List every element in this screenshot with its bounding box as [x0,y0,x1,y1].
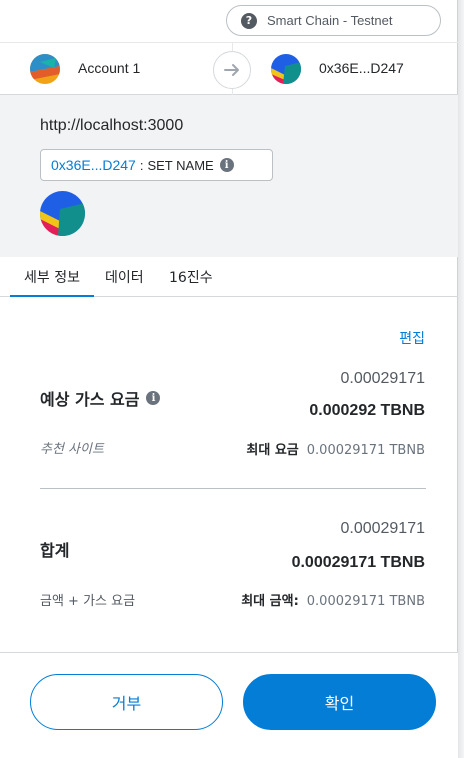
estimated-gas-text: 예상 가스 요금 [40,390,140,409]
action-footer: 거부 확인 [0,652,458,758]
window-edge [458,0,464,758]
question-icon: ? [241,12,257,29]
contract-address[interactable]: 0x36E...D247 [51,157,136,173]
network-name: Smart Chain - Testnet [267,13,393,28]
max-fee-value: 0.00029171 TBNB [306,443,425,458]
tab-details[interactable]: 세부 정보 [10,257,94,297]
contract-address-pill[interactable]: 0x36E...D247 : SET NAME i [40,149,273,181]
edit-gas-link[interactable]: 편집 [399,328,425,348]
sender-account-name[interactable]: Account 1 [78,60,140,76]
max-amount-value: 0.00029171 TBNB [306,594,425,609]
confirm-button[interactable]: 확인 [243,674,436,730]
contract-avatar [40,191,85,236]
detail-tabs: 세부 정보 데이터 16진수 [0,257,458,297]
network-bar: ? Smart Chain - Testnet [0,0,458,42]
recommended-site-label: 추천 사이트 [40,442,104,457]
max-fee-label: 최대 요금 [246,443,299,458]
contract-separator: : [139,157,144,173]
set-name-button[interactable]: SET NAME [147,158,213,173]
max-fee-row: 최대 요금 0.00029171 TBNB [246,439,425,458]
section-divider [40,488,426,489]
estimated-gas-label: 예상 가스 요금 i [40,386,161,410]
gas-info-icon[interactable]: i [146,391,161,405]
transaction-origin: http://localhost:3000 0x36E...D247 : SET… [0,95,458,257]
recipient-avatar[interactable] [271,54,301,84]
recipient-address[interactable]: 0x36E...D247 [319,60,404,76]
max-amount-label: 최대 금액: [241,594,299,609]
max-amount-row: 최대 금액: 0.00029171 TBNB [241,590,425,609]
arrow-right-icon [213,51,251,89]
network-selector[interactable]: ? Smart Chain - Testnet [226,5,441,36]
sender-avatar[interactable] [30,54,60,84]
gas-fee-value: 0.000292 TBNB [309,402,425,419]
amount-plus-gas-label: 금액 + 가스 요금 [40,594,136,609]
sender-recipient-row: Account 1 0x36E...D247 [0,42,458,95]
total-primary: 0.00029171 [340,520,425,537]
info-icon[interactable]: i [219,158,234,172]
tab-data[interactable]: 데이터 [105,257,144,297]
origin-url: http://localhost:3000 [40,117,184,134]
gas-fee-primary: 0.00029171 [340,370,425,387]
reject-button[interactable]: 거부 [30,674,223,730]
total-value: 0.00029171 TBNB [291,554,425,571]
confirm-transaction-window: ? Smart Chain - Testnet Account 1 0x36E.… [0,0,458,758]
tab-hex[interactable]: 16진수 [169,257,213,297]
total-label: 합계 [40,541,70,560]
